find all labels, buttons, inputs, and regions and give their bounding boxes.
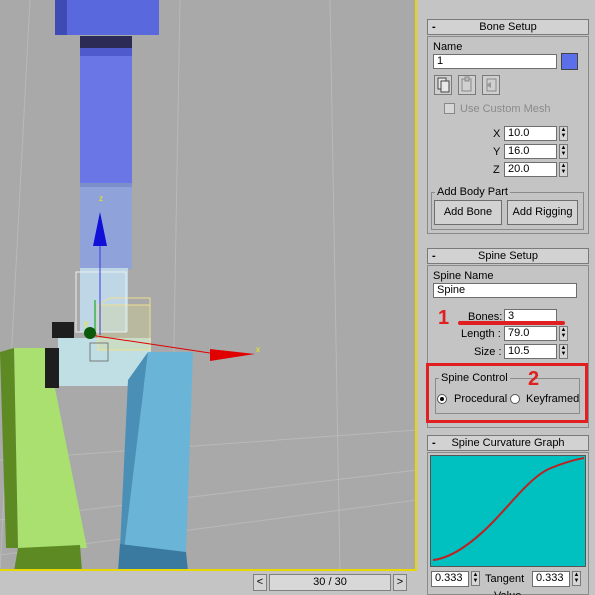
- size-field[interactable]: 10.5: [504, 344, 557, 359]
- annotation-underline: [458, 321, 565, 325]
- annotation-marker-2: 2: [528, 368, 540, 390]
- use-custom-mesh-label: Use Custom Mesh: [460, 103, 551, 115]
- paste-icon[interactable]: [458, 75, 476, 95]
- y-label: Y: [493, 146, 501, 158]
- bone-name-field[interactable]: 1: [433, 54, 557, 69]
- next-frame-button[interactable]: >: [393, 574, 407, 591]
- axis-x-label: x: [256, 345, 260, 354]
- curvature-graph-rollout-header[interactable]: - Spine Curvature Graph: [427, 435, 589, 451]
- add-bone-button[interactable]: Add Bone: [434, 200, 502, 225]
- collapse-icon[interactable]: -: [432, 20, 436, 34]
- spine-setup-title: Spine Setup: [478, 250, 538, 262]
- length-field[interactable]: 79.0: [504, 326, 557, 341]
- right-handle-field[interactable]: 0.333: [532, 571, 570, 587]
- axis-y-label: y: [84, 319, 88, 328]
- add-body-part-label: Add Body Part: [435, 186, 510, 198]
- bone-leg-right: [118, 352, 193, 569]
- y-spinner[interactable]: ▲ ▼: [559, 144, 568, 159]
- bone-color-swatch[interactable]: [561, 53, 578, 70]
- z-size-field[interactable]: 20.0: [504, 162, 557, 177]
- use-custom-mesh-checkbox[interactable]: [444, 103, 455, 114]
- copy-icon[interactable]: [434, 75, 452, 95]
- add-rigging-button[interactable]: Add Rigging: [507, 200, 578, 225]
- spine-setup-rollout-header[interactable]: - Spine Setup: [427, 248, 589, 264]
- x-spinner[interactable]: ▲ ▼: [559, 126, 568, 141]
- left-handle-field[interactable]: 0.333: [431, 571, 469, 587]
- bone-spine-mid: [80, 183, 132, 269]
- time-slider[interactable]: 30 / 30: [269, 574, 391, 591]
- size-label: Size :: [474, 346, 502, 358]
- viewport-scene: z x y: [0, 0, 415, 569]
- bone-setup-title: Bone Setup: [479, 21, 537, 33]
- x-size-field[interactable]: 10.0: [504, 126, 557, 141]
- bone-spine-upper: [80, 36, 132, 186]
- 3d-viewport[interactable]: z x y: [0, 0, 417, 571]
- spine-name-field[interactable]: Spine: [433, 283, 577, 298]
- bone-top: [55, 0, 159, 35]
- spine-name-label: Spine Name: [433, 270, 494, 282]
- name-label: Name: [433, 41, 463, 53]
- curvature-graph-title: Spine Curvature Graph: [451, 437, 565, 449]
- curvature-curve[interactable]: [432, 457, 585, 561]
- length-spinner[interactable]: ▲ ▼: [559, 326, 568, 341]
- collapse-icon[interactable]: -: [432, 436, 436, 450]
- mirror-paste-icon[interactable]: [482, 75, 500, 95]
- collapse-icon[interactable]: -: [432, 249, 436, 263]
- curvature-graph[interactable]: [430, 455, 586, 567]
- previous-frame-button[interactable]: <: [253, 574, 267, 591]
- size-spinner[interactable]: ▲ ▼: [559, 344, 568, 359]
- left-handle-spinner[interactable]: ▲ ▼: [471, 571, 480, 586]
- value-label: Value: [494, 590, 521, 595]
- axis-z-label: z: [99, 194, 103, 203]
- x-label: X: [493, 128, 501, 140]
- y-size-field[interactable]: 16.0: [504, 144, 557, 159]
- z-spinner[interactable]: ▲ ▼: [559, 162, 568, 177]
- bone-setup-rollout-header[interactable]: - Bone Setup: [427, 19, 589, 35]
- length-label: Length :: [461, 328, 501, 340]
- curvature-graph-canvas: [432, 457, 585, 561]
- annotation-highlight-box: [426, 363, 588, 423]
- right-handle-spinner[interactable]: ▲ ▼: [572, 571, 581, 586]
- z-label: Z: [493, 164, 500, 176]
- command-panel: - Bone Setup Name 1 Use Custom Mesh X 10…: [421, 0, 595, 595]
- time-slider-bar: < 30 / 30 >: [0, 571, 421, 595]
- tangent-label: Tangent: [485, 573, 525, 585]
- annotation-marker-1: 1: [438, 307, 450, 329]
